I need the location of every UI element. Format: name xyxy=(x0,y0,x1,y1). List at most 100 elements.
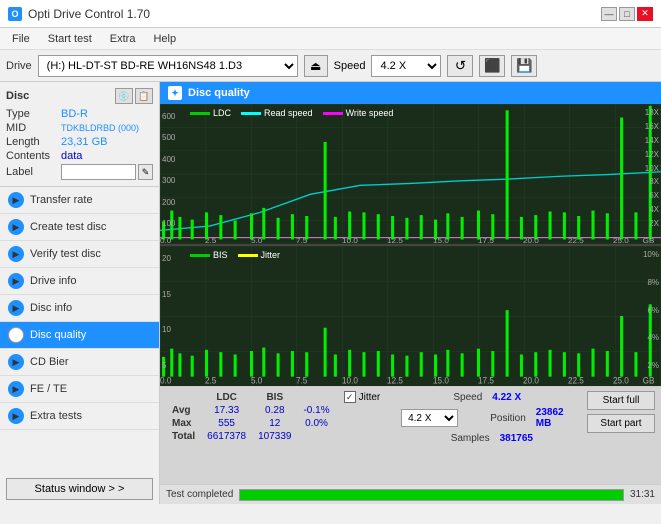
stats-total-label: Total xyxy=(166,430,201,443)
disc-length-row: Length 23,31 GB xyxy=(6,136,153,148)
legend-bis: BIS xyxy=(190,250,228,260)
stats-header-ldc: LDC xyxy=(201,391,252,404)
disc-section-label: Disc xyxy=(6,90,29,102)
stats-header-blank2 xyxy=(297,391,335,404)
bis-chart-legend: BIS Jitter xyxy=(190,250,280,260)
disc-quality-header: ✦ Disc quality xyxy=(160,82,661,104)
progress-fill xyxy=(240,490,623,500)
stats-max-label: Max xyxy=(166,417,201,430)
sidebar-item-create-test-disc[interactable]: ▶ Create test disc xyxy=(0,214,159,241)
disc-icon-button[interactable]: ⬛ xyxy=(479,55,505,77)
label-input[interactable] xyxy=(61,164,136,180)
eject-button[interactable]: ⏏ xyxy=(304,55,328,77)
ldc-color-swatch xyxy=(190,112,210,115)
sidebar-item-verify-test-disc-label: Verify test disc xyxy=(30,248,101,260)
sidebar-item-create-test-disc-label: Create test disc xyxy=(30,221,106,233)
disc-length-val: 23,31 GB xyxy=(61,136,107,148)
sidebar-item-extra-tests[interactable]: ▶ Extra tests xyxy=(0,403,159,430)
jitter-check-row: ✓ Jitter Speed 4.22 X xyxy=(344,391,579,403)
sidebar-item-disc-quality[interactable]: ▶ Disc quality xyxy=(0,322,159,349)
svg-text:0.0: 0.0 xyxy=(160,375,171,386)
sidebar-item-fe-te[interactable]: ▶ FE / TE xyxy=(0,376,159,403)
jitter-checkbox-group: ✓ Jitter xyxy=(344,391,381,403)
disc-icon-2[interactable]: 📋 xyxy=(135,88,153,104)
menu-file[interactable]: File xyxy=(4,31,38,47)
svg-text:GB: GB xyxy=(643,375,655,386)
bis-y-axis-right: 10% 8% 6% 4% 2% xyxy=(643,250,659,370)
sidebar-item-disc-info[interactable]: ▶ Disc info xyxy=(0,295,159,322)
maximize-button[interactable]: □ xyxy=(619,7,635,21)
fe-te-icon: ▶ xyxy=(8,381,24,397)
ldc-chart-legend: LDC Read speed Write speed xyxy=(190,108,393,118)
disc-icon-1[interactable]: 💿 xyxy=(115,88,133,104)
sidebar-item-verify-test-disc[interactable]: ▶ Verify test disc xyxy=(0,241,159,268)
sidebar-item-disc-info-label: Disc info xyxy=(30,302,72,314)
jitter-checkbox-label: Jitter xyxy=(359,392,381,403)
minimize-button[interactable]: — xyxy=(601,7,617,21)
jitter-checkbox[interactable]: ✓ xyxy=(344,391,356,403)
disc-mid-row: MID TDKBLDRBD (000) xyxy=(6,122,153,134)
drive-bar: Drive (H:) HL-DT-ST BD-RE WH16NS48 1.D3 … xyxy=(0,50,661,82)
create-test-disc-icon: ▶ xyxy=(8,219,24,235)
disc-quality-header-icon: ✦ xyxy=(168,86,182,100)
content-area: ✦ Disc quality LDC Read speed xyxy=(160,82,661,504)
svg-text:7.5: 7.5 xyxy=(296,237,307,244)
progress-bar-container: Test completed 31:31 xyxy=(160,484,661,504)
refresh-button[interactable]: ↺ xyxy=(447,55,473,77)
svg-text:25.0: 25.0 xyxy=(613,375,629,386)
drive-label: Drive xyxy=(6,60,32,72)
extra-tests-icon: ▶ xyxy=(8,408,24,424)
svg-text:5.0: 5.0 xyxy=(251,375,262,386)
speed-select[interactable]: 4.2 X xyxy=(371,55,441,77)
label-edit-button[interactable]: ✎ xyxy=(138,164,153,180)
speed-selector[interactable]: 4.2 X xyxy=(401,409,458,427)
drive-select[interactable]: (H:) HL-DT-ST BD-RE WH16NS48 1.D3 xyxy=(38,55,298,77)
svg-text:7.5: 7.5 xyxy=(296,375,307,386)
sidebar-item-drive-info-label: Drive info xyxy=(30,275,76,287)
sidebar: Disc 💿 📋 Type BD-R MID TDKBLDRBD (000) L… xyxy=(0,82,160,504)
sidebar-item-transfer-rate[interactable]: ▶ Transfer rate xyxy=(0,187,159,214)
verify-test-disc-icon: ▶ xyxy=(8,246,24,262)
ldc-y-axis-left: 600 500 400 300 200 100 xyxy=(162,112,175,228)
sidebar-item-drive-info[interactable]: ▶ Drive info xyxy=(0,268,159,295)
stats-max-ldc: 555 xyxy=(201,417,252,430)
bis-y-axis-left: 20 15 10 5 xyxy=(162,254,171,370)
start-part-button[interactable]: Start part xyxy=(587,414,655,433)
stats-bar: LDC BIS Avg 17.33 0.28 -0.1% xyxy=(160,386,661,484)
position-label: Position xyxy=(470,413,526,424)
save-button[interactable]: 💾 xyxy=(511,55,537,77)
disc-label-row: Label ✎ xyxy=(6,164,153,180)
stats-total-bis: 107339 xyxy=(252,430,297,443)
svg-text:GB: GB xyxy=(643,237,655,244)
disc-section: Disc 💿 📋 Type BD-R MID TDKBLDRBD (000) L… xyxy=(0,82,159,187)
menu-extra[interactable]: Extra xyxy=(102,31,144,47)
stats-table: LDC BIS Avg 17.33 0.28 -0.1% xyxy=(166,391,336,443)
menu-start-test[interactable]: Start test xyxy=(40,31,100,47)
sidebar-item-fe-te-label: FE / TE xyxy=(30,383,67,395)
start-full-button[interactable]: Start full xyxy=(587,391,655,410)
stats-max-jitter: 0.0% xyxy=(297,417,335,430)
close-button[interactable]: ✕ xyxy=(637,7,653,21)
stats-avg-row: Avg 17.33 0.28 -0.1% xyxy=(166,404,336,417)
write-speed-color-swatch xyxy=(323,112,343,115)
charts-area: LDC Read speed Write speed xyxy=(160,104,661,386)
menu-bar: File Start test Extra Help xyxy=(0,28,661,50)
disc-type-val: BD-R xyxy=(61,108,88,120)
legend-read-speed: Read speed xyxy=(241,108,313,118)
stats-max-row: Max 555 12 0.0% xyxy=(166,417,336,430)
stats-total-ldc: 6617378 xyxy=(201,430,252,443)
svg-text:10.0: 10.0 xyxy=(342,375,358,386)
stats-avg-ldc: 17.33 xyxy=(201,404,252,417)
app-title: Opti Drive Control 1.70 xyxy=(28,7,150,21)
status-window-button[interactable]: Status window > > xyxy=(6,478,153,500)
svg-text:2.5: 2.5 xyxy=(205,237,216,244)
sidebar-item-cd-bier[interactable]: ▶ CD Bier xyxy=(0,349,159,376)
sidebar-item-transfer-rate-label: Transfer rate xyxy=(30,194,93,206)
svg-text:17.5: 17.5 xyxy=(478,237,494,244)
legend-ldc: LDC xyxy=(190,108,231,118)
menu-help[interactable]: Help xyxy=(145,31,184,47)
drive-info-icon: ▶ xyxy=(8,273,24,289)
progress-label: Test completed xyxy=(166,489,233,500)
position-row: 4.2 X Position 23862 MB xyxy=(344,407,579,429)
stats-header-blank xyxy=(166,391,201,404)
